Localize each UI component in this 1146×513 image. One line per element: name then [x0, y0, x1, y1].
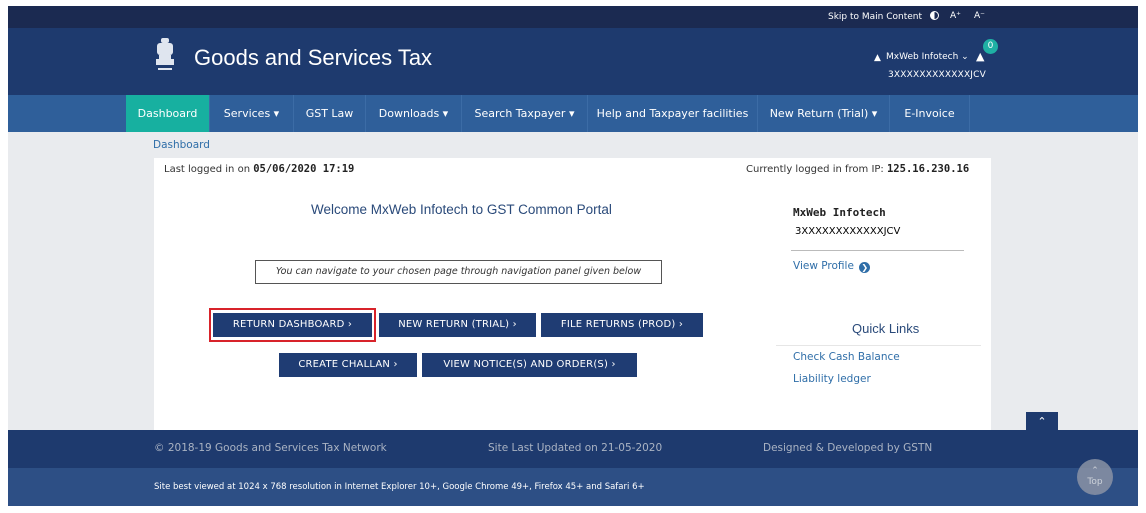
welcome-message: Welcome MxWeb Infotech to GST Common Por…: [311, 202, 612, 217]
footer-designed-by: Designed & Developed by GSTN: [763, 442, 933, 454]
divider: [776, 345, 981, 346]
back-to-top-label: Top: [1087, 477, 1103, 487]
last-login-info: Last logged in on 05/06/2020 17:19: [164, 163, 354, 175]
dashboard-panel: Last logged in on 05/06/2020 17:19 Curre…: [154, 158, 991, 430]
quick-links-title: Quick Links: [852, 321, 920, 336]
bell-icon[interactable]: ▲: [976, 50, 984, 63]
view-profile-label: View Profile: [793, 260, 854, 272]
new-return-trial-button[interactable]: NEW RETURN (TRIAL) ›: [379, 313, 536, 337]
quick-link-check-cash-balance[interactable]: Check Cash Balance: [793, 351, 900, 363]
nav-dashboard[interactable]: Dashboard: [126, 95, 210, 132]
profile-gstin: 3XXXXXXXXXXXXJCV: [795, 226, 901, 237]
login-ip-info: Currently logged in from IP: 125.16.230.…: [746, 163, 969, 175]
nav-search-taxpayer[interactable]: Search Taxpayer ▾: [462, 95, 588, 132]
view-notices-orders-button[interactable]: VIEW NOTICE(S) AND ORDER(S) ›: [422, 353, 637, 377]
profile-name: MxWeb Infotech: [793, 206, 886, 219]
quick-link-liability-ledger[interactable]: Liability ledger: [793, 373, 871, 385]
user-menu-toggle[interactable]: MxWeb Infotech ⌄: [886, 52, 969, 62]
skip-to-main-link[interactable]: Skip to Main Content: [828, 12, 922, 22]
last-login-value: 05/06/2020 17:19: [253, 163, 355, 175]
view-profile-link[interactable]: View Profile ❯: [793, 260, 871, 273]
last-login-label: Last logged in on: [164, 164, 254, 175]
nav-new-return-trial[interactable]: New Return (Trial) ▾: [758, 95, 890, 132]
create-challan-button[interactable]: CREATE CHALLAN ›: [279, 353, 417, 377]
font-decrease-button[interactable]: A⁻: [974, 11, 985, 21]
nav-gst-law[interactable]: GST Law: [294, 95, 366, 132]
nav-help-taxpayer-facilities[interactable]: Help and Taxpayer facilities: [588, 95, 758, 132]
site-header: Goods and Services Tax ▲ MxWeb Infotech …: [8, 28, 1138, 95]
nav-downloads[interactable]: Downloads ▾: [366, 95, 462, 132]
footer-main: © 2018-19 Goods and Services Tax Network…: [8, 430, 1138, 468]
font-increase-button[interactable]: A⁺: [950, 11, 961, 21]
nav-e-invoice[interactable]: E-Invoice: [890, 95, 970, 132]
footer-copyright: © 2018-19 Goods and Services Tax Network: [154, 442, 387, 454]
footer-best-viewed: Site best viewed at 1024 x 768 resolutio…: [154, 482, 645, 492]
breadcrumb-dashboard[interactable]: Dashboard: [153, 139, 210, 151]
divider: [791, 250, 964, 251]
nav-services[interactable]: Services ▾: [210, 95, 294, 132]
arrow-right-circle-icon: ❯: [859, 262, 871, 273]
chevron-up-icon: ⌃: [1091, 466, 1099, 476]
navigation-hint: You can navigate to your chosen page thr…: [255, 260, 662, 284]
return-dashboard-button[interactable]: RETURN DASHBOARD ›: [213, 313, 372, 337]
contrast-icon[interactable]: [930, 11, 939, 20]
back-to-top-button[interactable]: ⌃ Top: [1077, 459, 1113, 495]
utility-bar: Skip to Main Content A⁺ A⁻: [8, 6, 1138, 28]
page-frame: Skip to Main Content A⁺ A⁻ Goods and Ser…: [8, 6, 1138, 506]
login-ip-label: Currently logged in from IP:: [746, 164, 887, 175]
user-icon: ▲: [874, 53, 881, 63]
national-emblem-icon[interactable]: [154, 36, 176, 76]
main-nav: Dashboard Services ▾ GST Law Downloads ▾…: [8, 95, 1138, 132]
chevron-up-icon[interactable]: ⌃: [1026, 412, 1058, 432]
header-gstin: 3XXXXXXXXXXXXJCV: [888, 70, 987, 80]
notification-badge[interactable]: 0: [983, 39, 998, 54]
site-title[interactable]: Goods and Services Tax: [194, 45, 432, 71]
file-returns-prod-button[interactable]: FILE RETURNS (PROD) ›: [541, 313, 703, 337]
footer-last-updated: Site Last Updated on 21-05-2020: [488, 442, 663, 454]
footer-bottom: Site best viewed at 1024 x 768 resolutio…: [8, 468, 1138, 506]
login-ip-value: 125.16.230.16: [886, 163, 970, 175]
